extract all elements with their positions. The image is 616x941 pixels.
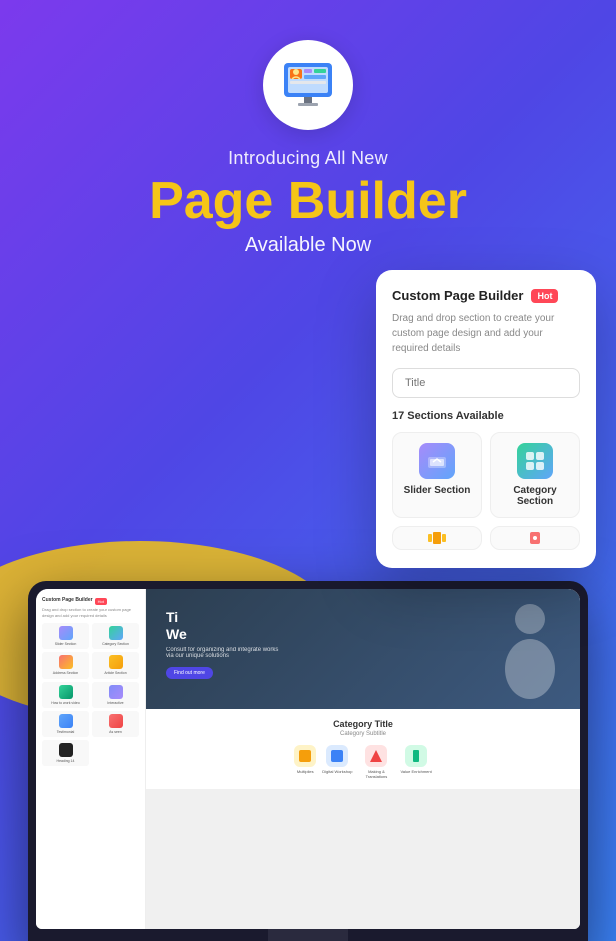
screen-grid-item-slider: Slider Section — [42, 623, 89, 649]
screen-main-area: TiWe Consult for organizing and integrat… — [146, 589, 580, 929]
screen-grid-item-asseen: As seen — [92, 711, 139, 737]
screen-hero-button: Find out more — [166, 667, 213, 679]
screen-category-title: Category Title — [158, 719, 568, 729]
screen-cat-item-3: Making & Translations — [358, 745, 394, 779]
screen-categories-grid: Multiplies Digital Workshop — [158, 745, 568, 779]
screen-hero-image: TiWe Consult for organizing and integrat… — [146, 589, 580, 709]
popup-header: Custom Page Builder Hot — [392, 288, 580, 303]
screen-sections-grid: Slider Section Category Section Address … — [42, 623, 139, 766]
popup-card: Custom Page Builder Hot Drag and drop se… — [376, 270, 596, 568]
screen-left-panel: Custom Page Builder Hot Drag and drop se… — [36, 589, 146, 929]
popup-partial-item-2 — [490, 526, 580, 550]
monitor-stand-neck — [268, 929, 348, 941]
screen-grid-item-interactive: Interactive — [92, 682, 139, 708]
page-builder-icon — [276, 53, 340, 117]
hero-subtitle: Available Now — [245, 234, 371, 257]
category-section-label: Category Section — [499, 485, 571, 507]
screen-cat-item-1: Multiplies — [294, 745, 316, 779]
screen-grid-item-heading: Heading 14 — [42, 740, 89, 766]
screen-left-title: Custom Page Builder — [42, 597, 93, 603]
slider-section-icon — [419, 443, 455, 479]
hero-intro-text: Introducing All New — [228, 148, 388, 169]
screen-grid-item-address: Address Section — [42, 652, 89, 678]
popup-sections-grid: Slider Section Category Section — [392, 432, 580, 518]
hero-section: Introducing All New Page Builder Availab… — [0, 0, 616, 941]
popup-description: Drag and drop section to create your cus… — [392, 311, 580, 356]
popup-bottom-row — [392, 526, 580, 550]
monitor-screen: Custom Page Builder Hot Drag and drop se… — [36, 589, 580, 929]
hero-icon-wrapper — [263, 40, 353, 130]
screen-left-desc: Drag and drop section to create your cus… — [42, 607, 139, 618]
popup-hot-badge: Hot — [531, 289, 558, 303]
category-section-icon — [517, 443, 553, 479]
screen-category-subtitle: Category Subtitle — [158, 731, 568, 737]
popup-partial-item-1 — [392, 526, 482, 550]
popup-section-item-slider[interactable]: Slider Section — [392, 432, 482, 518]
monitor-wrapper: Custom Page Builder Hot Drag and drop se… — [28, 581, 588, 941]
screen-cat-item-4: Value Enrichment — [400, 745, 431, 779]
hero-title: Page Builder — [149, 173, 467, 230]
screen-cat-item-2: Digital Workshop — [322, 745, 352, 779]
monitor-frame: Custom Page Builder Hot Drag and drop se… — [28, 581, 588, 941]
screen-grid-item-video: How to work video — [42, 682, 89, 708]
screen-categories-section: Category Title Category Subtitle Multipl… — [146, 709, 580, 789]
popup-title: Custom Page Builder — [392, 288, 523, 303]
screen-grid-item-category: Category Section — [92, 623, 139, 649]
screen-hero-text: TiWe Consult for organizing and integrat… — [166, 609, 286, 679]
slider-section-label: Slider Section — [404, 485, 471, 496]
screen-grid-item-testimonial: Testimonial — [42, 711, 89, 737]
popup-section-item-category[interactable]: Category Section — [490, 432, 580, 518]
popup-sections-label: 17 Sections Available — [392, 410, 580, 422]
screen-grid-item-article: Article Section — [92, 652, 139, 678]
screen-hot-badge: Hot — [95, 598, 107, 605]
popup-title-input[interactable] — [392, 368, 580, 398]
